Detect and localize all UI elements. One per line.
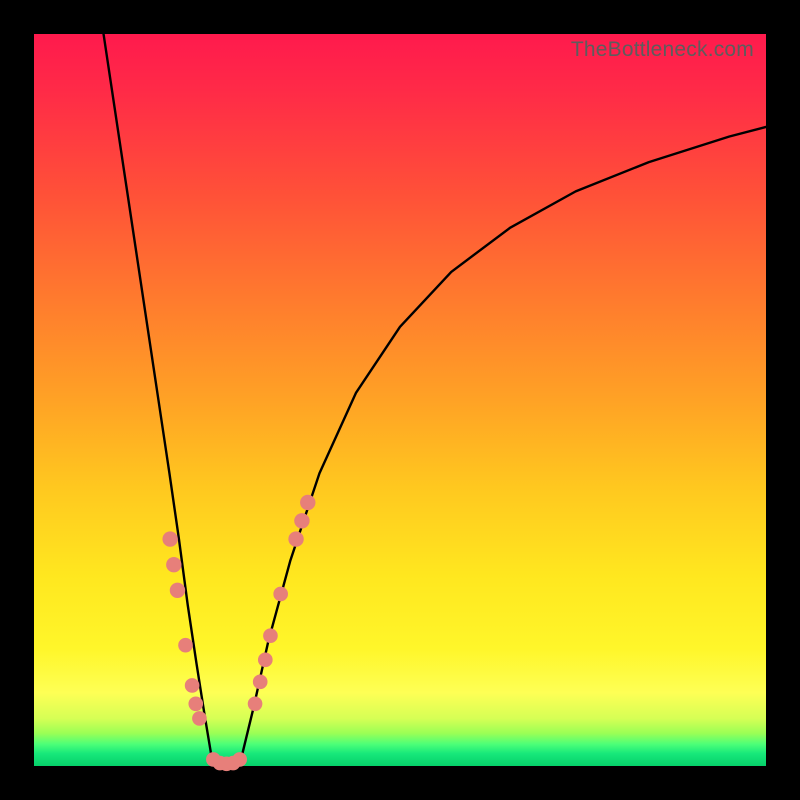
plot-area: TheBottleneck.com — [34, 34, 766, 766]
curve-layer — [104, 34, 766, 765]
data-marker — [192, 711, 207, 726]
data-marker — [300, 495, 315, 510]
data-marker — [166, 557, 181, 572]
data-marker — [162, 531, 177, 546]
data-marker — [188, 696, 203, 711]
data-marker — [258, 653, 273, 668]
data-marker — [273, 587, 288, 602]
data-marker — [232, 752, 247, 767]
data-marker — [263, 628, 278, 643]
data-marker — [170, 583, 185, 598]
data-marker — [253, 675, 268, 690]
outer-frame: TheBottleneck.com — [0, 0, 800, 800]
data-marker — [288, 531, 303, 546]
data-marker — [185, 678, 200, 693]
marker-layer — [162, 495, 315, 771]
chart-svg — [34, 34, 766, 766]
data-marker — [178, 638, 193, 653]
data-marker — [248, 696, 263, 711]
data-marker — [294, 513, 309, 528]
bottleneck-curve — [104, 34, 766, 765]
